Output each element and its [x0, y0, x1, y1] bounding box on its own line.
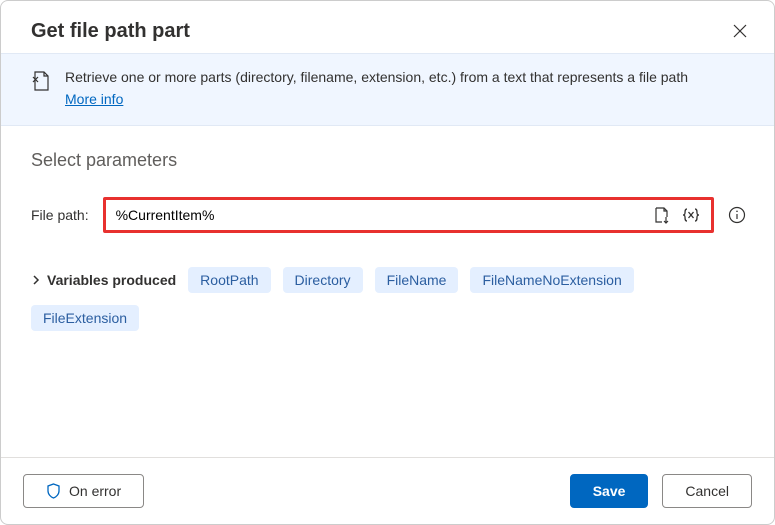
variables-produced-toggle[interactable]: Variables produced — [31, 272, 176, 288]
variable-icon — [681, 206, 701, 224]
file-picker-icon — [653, 206, 671, 224]
variable-pill[interactable]: FileExtension — [31, 305, 139, 331]
on-error-label: On error — [69, 483, 121, 499]
banner-description: Retrieve one or more parts (directory, f… — [65, 69, 688, 85]
variable-pill[interactable]: RootPath — [188, 267, 270, 293]
file-path-label: File path: — [31, 207, 89, 223]
dialog-body: Select parameters File path: — [1, 126, 774, 457]
close-icon — [732, 23, 748, 39]
dialog: Get file path part Retrieve one or more … — [0, 0, 775, 525]
titlebar: Get file path part — [1, 1, 774, 53]
shield-icon — [46, 483, 61, 499]
variables-produced-row: Variables produced RootPath Directory Fi… — [31, 267, 746, 331]
banner-text: Retrieve one or more parts (directory, f… — [65, 68, 688, 109]
file-path-input-wrap — [103, 197, 714, 233]
file-path-input[interactable] — [106, 200, 651, 230]
info-icon — [728, 206, 746, 224]
variable-pill[interactable]: FileName — [375, 267, 459, 293]
chevron-right-icon — [31, 274, 41, 286]
variable-picker-button[interactable] — [679, 204, 703, 226]
variables-produced-label: Variables produced — [47, 272, 176, 288]
input-icon-group — [651, 204, 711, 226]
variable-pill[interactable]: FileNameNoExtension — [470, 267, 633, 293]
variable-pill[interactable]: Directory — [283, 267, 363, 293]
on-error-button[interactable]: On error — [23, 474, 144, 508]
more-info-link[interactable]: More info — [65, 90, 123, 110]
help-button[interactable] — [728, 206, 746, 224]
dialog-footer: On error Save Cancel — [1, 457, 774, 524]
close-button[interactable] — [728, 19, 752, 43]
footer-right: Save Cancel — [570, 474, 752, 508]
section-heading: Select parameters — [31, 150, 746, 171]
info-banner: Retrieve one or more parts (directory, f… — [1, 53, 774, 126]
dialog-title: Get file path part — [31, 20, 190, 43]
file-icon — [31, 68, 51, 109]
file-path-row: File path: — [31, 197, 746, 233]
save-button[interactable]: Save — [570, 474, 649, 508]
file-picker-button[interactable] — [651, 204, 673, 226]
cancel-button[interactable]: Cancel — [662, 474, 752, 508]
